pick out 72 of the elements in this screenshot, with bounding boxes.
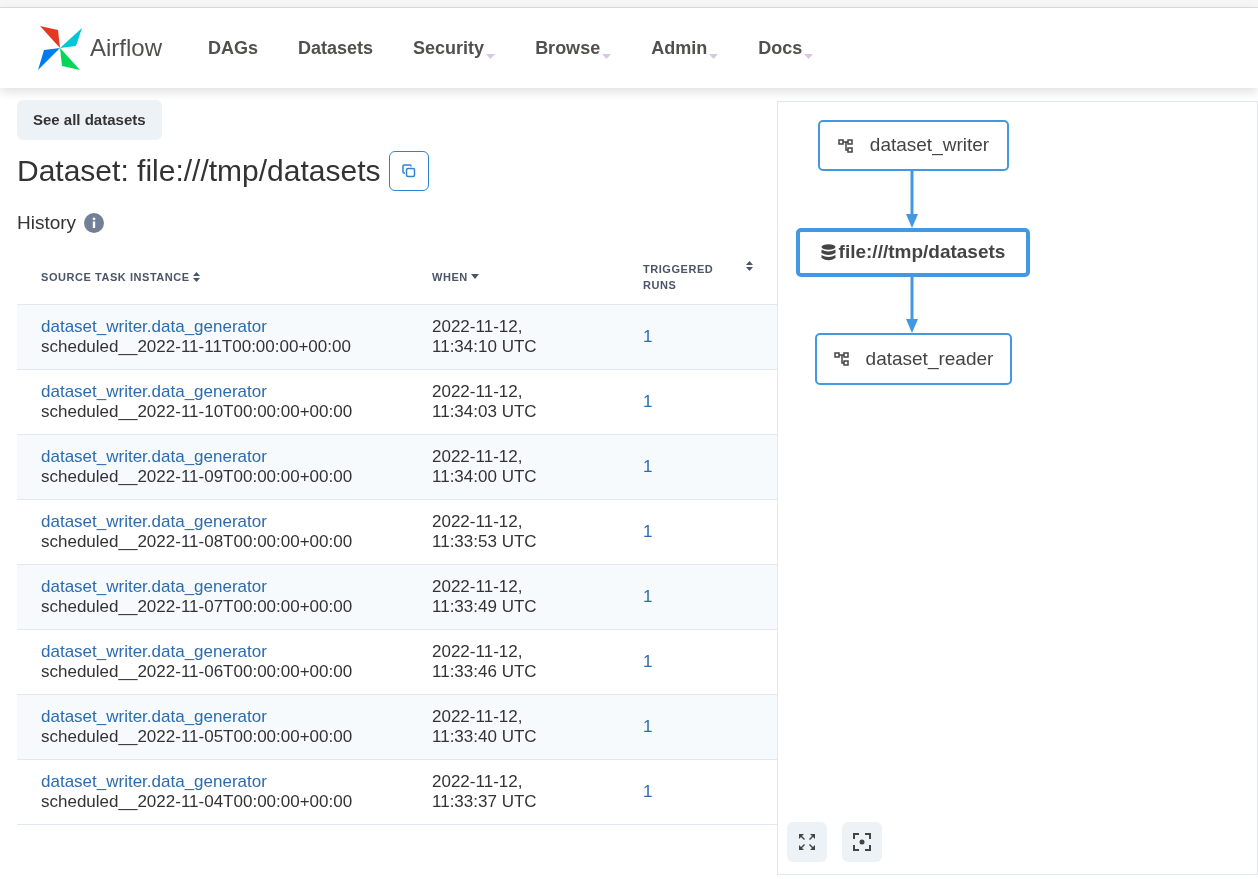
run-count[interactable]: 1	[643, 652, 653, 672]
task-instance-link[interactable]: dataset_writer.data_generator	[41, 382, 267, 402]
dag-node[interactable]: dataset_reader	[815, 333, 1012, 385]
run-count[interactable]: 1	[643, 587, 653, 607]
page-title: Dataset: file:///tmp/datasets	[17, 153, 381, 189]
run-count[interactable]: 1	[643, 782, 653, 802]
run-id: scheduled__2022-11-09T00:00:00+00:00	[41, 467, 353, 487]
task-instance-link[interactable]: dataset_writer.data_generator	[41, 577, 267, 597]
hierarchy-icon	[833, 351, 850, 367]
run-id: scheduled__2022-11-06T00:00:00+00:00	[41, 662, 353, 682]
nav-link[interactable]: Datasets	[298, 34, 374, 62]
focus-icon	[853, 833, 871, 851]
nav-link[interactable]: Browse	[535, 34, 612, 62]
column-header[interactable]: WHEN	[432, 268, 468, 285]
expand-icon	[798, 833, 816, 851]
table-row[interactable]: dataset_writer.data_generator scheduled__2022-11-07T00:00:00+00:00 2022-11-12, 11:33:49 UTC 1	[17, 564, 777, 630]
table-row[interactable]: dataset_writer.data_generator scheduled__2022-11-05T00:00:00+00:00 2022-11-12, 11:33:40 UTC 1	[17, 694, 777, 760]
timestamp: 2022-11-12, 11:33:40 UTC	[432, 707, 538, 747]
hierarchy-icon	[837, 137, 854, 154]
run-count[interactable]: 1	[643, 522, 653, 542]
task-instance-link[interactable]: dataset_writer.data_generator	[41, 642, 267, 662]
fullscreen-button[interactable]	[787, 822, 827, 862]
dag-node[interactable]: dataset_writer	[818, 120, 1009, 171]
run-id: scheduled__2022-11-05T00:00:00+00:00	[41, 727, 353, 747]
run-count[interactable]: 1	[643, 457, 653, 477]
edge-arrow	[906, 171, 918, 228]
run-id: scheduled__2022-11-08T00:00:00+00:00	[41, 532, 353, 552]
table-row[interactable]: dataset_writer.data_generator scheduled__2022-11-04T00:00:00+00:00 2022-11-12, 11:33:37 UTC 1	[17, 759, 777, 825]
timestamp: 2022-11-12, 11:33:37 UTC	[432, 772, 538, 812]
pinwheel-logo-icon[interactable]	[36, 24, 84, 72]
task-instance-link[interactable]: dataset_writer.data_generator	[41, 317, 267, 337]
dataset-node[interactable]: file:///tmp/datasets	[796, 228, 1030, 277]
task-instance-link[interactable]: dataset_writer.data_generator	[41, 512, 267, 532]
run-id: scheduled__2022-11-10T00:00:00+00:00	[41, 402, 353, 422]
edge-arrow	[906, 277, 918, 333]
sort-icon[interactable]	[192, 271, 200, 282]
table-row[interactable]: dataset_writer.data_generator scheduled__2022-11-11T00:00:00+00:00 2022-11-12, 11:34:10 UTC 1	[17, 304, 777, 370]
timestamp: 2022-11-12, 11:33:46 UTC	[432, 642, 538, 682]
run-id: scheduled__2022-11-07T00:00:00+00:00	[41, 597, 353, 617]
nav-link[interactable]: Security	[413, 34, 496, 62]
run-count[interactable]: 1	[643, 392, 653, 412]
database-icon	[820, 244, 836, 261]
table-row[interactable]: dataset_writer.data_generator scheduled__2022-11-09T00:00:00+00:00 2022-11-12, 11:34:00 UTC 1	[17, 434, 777, 500]
timestamp: 2022-11-12, 11:33:53 UTC	[432, 512, 538, 552]
center-view-button[interactable]	[842, 822, 882, 862]
section-label: History	[17, 211, 77, 235]
timestamp: 2022-11-12, 11:33:49 UTC	[432, 577, 538, 617]
run-id: scheduled__2022-11-11T00:00:00+00:00	[41, 337, 351, 357]
timestamp: 2022-11-12, 11:34:10 UTC	[432, 317, 538, 357]
see-all-datasets-button[interactable]: See all datasets	[17, 100, 162, 140]
timestamp: 2022-11-12, 11:34:03 UTC	[432, 382, 538, 422]
copy-icon	[401, 163, 416, 178]
brand-name[interactable]: Airflow	[90, 30, 162, 66]
sort-descending-icon[interactable]	[470, 274, 479, 280]
timestamp: 2022-11-12, 11:34:00 UTC	[432, 447, 538, 487]
run-id: scheduled__2022-11-04T00:00:00+00:00	[41, 792, 353, 812]
table-row[interactable]: dataset_writer.data_generator scheduled__2022-11-06T00:00:00+00:00 2022-11-12, 11:33:46 UTC 1	[17, 629, 777, 695]
copy-button[interactable]	[388, 150, 429, 191]
run-count[interactable]: 1	[643, 327, 653, 347]
nav-link[interactable]: DAGs	[208, 34, 259, 62]
nav-link[interactable]: Docs	[758, 34, 814, 62]
info-icon[interactable]	[84, 213, 105, 234]
sort-icon[interactable]	[746, 260, 753, 271]
task-instance-link[interactable]: dataset_writer.data_generator	[41, 447, 267, 467]
task-instance-link[interactable]: dataset_writer.data_generator	[41, 772, 267, 792]
run-count[interactable]: 1	[643, 717, 653, 737]
nav-link[interactable]: Admin	[651, 34, 719, 62]
table-row[interactable]: dataset_writer.data_generator scheduled__2022-11-10T00:00:00+00:00 2022-11-12, 11:34:03 UTC 1	[17, 369, 777, 435]
column-header[interactable]: SOURCE TASK INSTANCE	[41, 268, 190, 285]
table-row[interactable]: dataset_writer.data_generator scheduled__2022-11-08T00:00:00+00:00 2022-11-12, 11:33:53 UTC 1	[17, 499, 777, 565]
task-instance-link[interactable]: dataset_writer.data_generator	[41, 707, 267, 727]
column-header[interactable]: TRIGGERED RUNS	[643, 260, 723, 293]
